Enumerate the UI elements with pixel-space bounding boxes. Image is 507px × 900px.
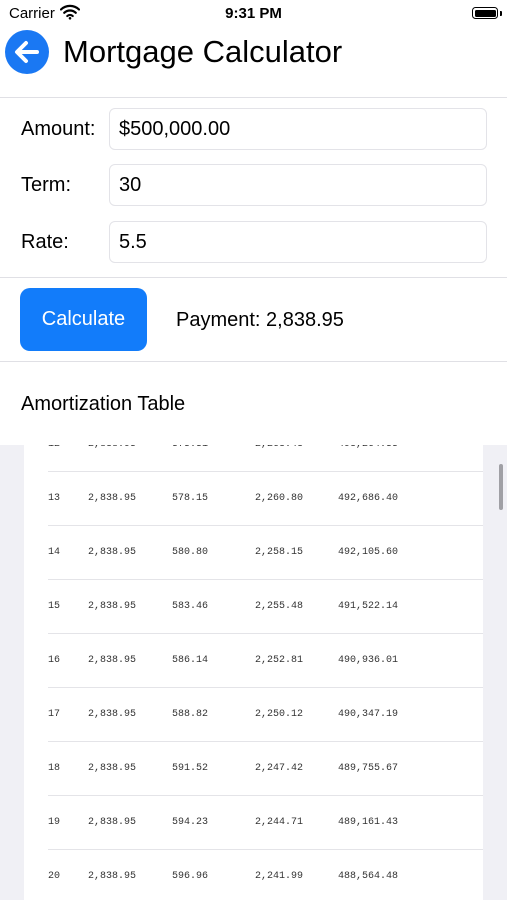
principal-cell: 588.82 (172, 709, 209, 720)
calculate-button[interactable]: Calculate (20, 288, 147, 351)
interest-cell: 2,255.48 (255, 601, 304, 612)
payment-cell: 2,838.95 (88, 601, 137, 612)
back-arrow-icon (15, 41, 39, 63)
interest-cell: 2,244.71 (255, 817, 304, 828)
term-field[interactable]: 30 (109, 164, 487, 206)
balance-cell: 488,564.48 (338, 871, 399, 882)
period-cell: 13 (48, 493, 61, 504)
payment-cell: 2,838.95 (88, 655, 137, 666)
table-row: 17 2,838.95 588.82 2,250.12 490,347.19 (24, 688, 483, 742)
principal-cell: 583.46 (172, 601, 209, 612)
amount-label: Amount: (21, 118, 96, 140)
payment-cell: 2,838.95 (88, 445, 136, 450)
amortization-title: Amortization Table (21, 393, 186, 415)
payment-result: Payment: 2,838.95 (176, 309, 344, 331)
table-row: 18 2,838.95 591.52 2,247.42 489,755.67 (24, 742, 483, 796)
period-cell: 12 (48, 445, 60, 450)
payment-cell: 2,838.95 (88, 871, 137, 882)
interest-cell: 2,258.15 (255, 547, 304, 558)
table-row: 16 2,838.95 586.14 2,252.81 490,936.01 (24, 634, 483, 688)
table-row: 13 2,838.95 578.15 2,260.80 492,686.40 (24, 472, 483, 526)
principal-cell: 594.23 (172, 817, 209, 828)
navigation-bar: Mortgage Calculator (0, 28, 507, 97)
battery-cap (500, 11, 502, 16)
interest-cell: 2,247.42 (255, 763, 304, 774)
balance-cell: 489,755.67 (338, 763, 399, 774)
period-cell: 15 (48, 601, 61, 612)
amortization-table[interactable]: 12 2,838.95 575.51 2,263.43 493,264.55 13 2,83… (24, 445, 483, 900)
principal-cell: 575.51 (172, 445, 208, 450)
period-cell: 20 (48, 871, 61, 882)
table-row: 15 2,838.95 583.46 2,255.48 491,522.14 (24, 580, 483, 634)
balance-cell: 489,161.43 (338, 817, 399, 828)
payment-cell: 2,838.95 (88, 493, 137, 504)
balance-cell: 490,936.01 (338, 655, 399, 666)
scrollbar[interactable] (499, 464, 503, 510)
principal-cell: 591.52 (172, 763, 209, 774)
result-divider (0, 361, 507, 362)
table-row: 12 2,838.95 575.51 2,263.43 493,264.55 (24, 445, 483, 472)
interest-cell: 2,241.99 (255, 871, 304, 882)
principal-cell: 596.96 (172, 871, 209, 882)
interest-cell: 2,260.80 (255, 493, 304, 504)
rate-field[interactable]: 5.5 (109, 221, 487, 263)
rate-label: Rate: (21, 231, 69, 253)
period-cell: 19 (48, 817, 61, 828)
interest-cell: 2,252.81 (255, 655, 304, 666)
form-divider (0, 277, 507, 278)
table-row: 19 2,838.95 594.23 2,244.71 489,161.43 (24, 796, 483, 850)
period-cell: 18 (48, 763, 61, 774)
amortization-table-area[interactable]: 12 2,838.95 575.51 2,263.43 493,264.55 13 2,83… (0, 445, 507, 900)
table-rows: 12 2,838.95 575.51 2,263.43 493,264.55 13 2,83… (24, 445, 483, 900)
balance-cell: 492,105.60 (338, 547, 399, 558)
status-bar: Carrier 9:31 PM (0, 0, 507, 28)
balance-cell: 491,522.14 (338, 601, 399, 612)
page-title: Mortgage Calculator (63, 34, 343, 69)
interest-cell: 2,263.43 (255, 445, 303, 450)
principal-cell: 586.14 (172, 655, 209, 666)
payment-cell: 2,838.95 (88, 817, 137, 828)
balance-cell: 490,347.19 (338, 709, 399, 720)
amount-field[interactable]: $500,000.00 (109, 108, 487, 150)
principal-cell: 578.15 (172, 493, 209, 504)
term-label: Term: (21, 174, 71, 196)
header-divider (0, 97, 507, 98)
payment-cell: 2,838.95 (88, 547, 137, 558)
period-cell: 17 (48, 709, 61, 720)
status-time: 9:31 PM (225, 5, 282, 22)
period-cell: 16 (48, 655, 61, 666)
payment-cell: 2,838.95 (88, 709, 137, 720)
interest-cell: 2,250.12 (255, 709, 304, 720)
table-row: 14 2,838.95 580.80 2,258.15 492,105.60 (24, 526, 483, 580)
balance-cell: 493,264.55 (338, 445, 398, 450)
payment-cell: 2,838.95 (88, 763, 137, 774)
principal-cell: 580.80 (172, 547, 209, 558)
table-row: 20 2,838.95 596.96 2,241.99 488,564.48 (24, 850, 483, 900)
battery-icon (472, 7, 498, 19)
balance-cell: 492,686.40 (338, 493, 399, 504)
period-cell: 14 (48, 547, 61, 558)
back-button[interactable] (5, 30, 49, 74)
